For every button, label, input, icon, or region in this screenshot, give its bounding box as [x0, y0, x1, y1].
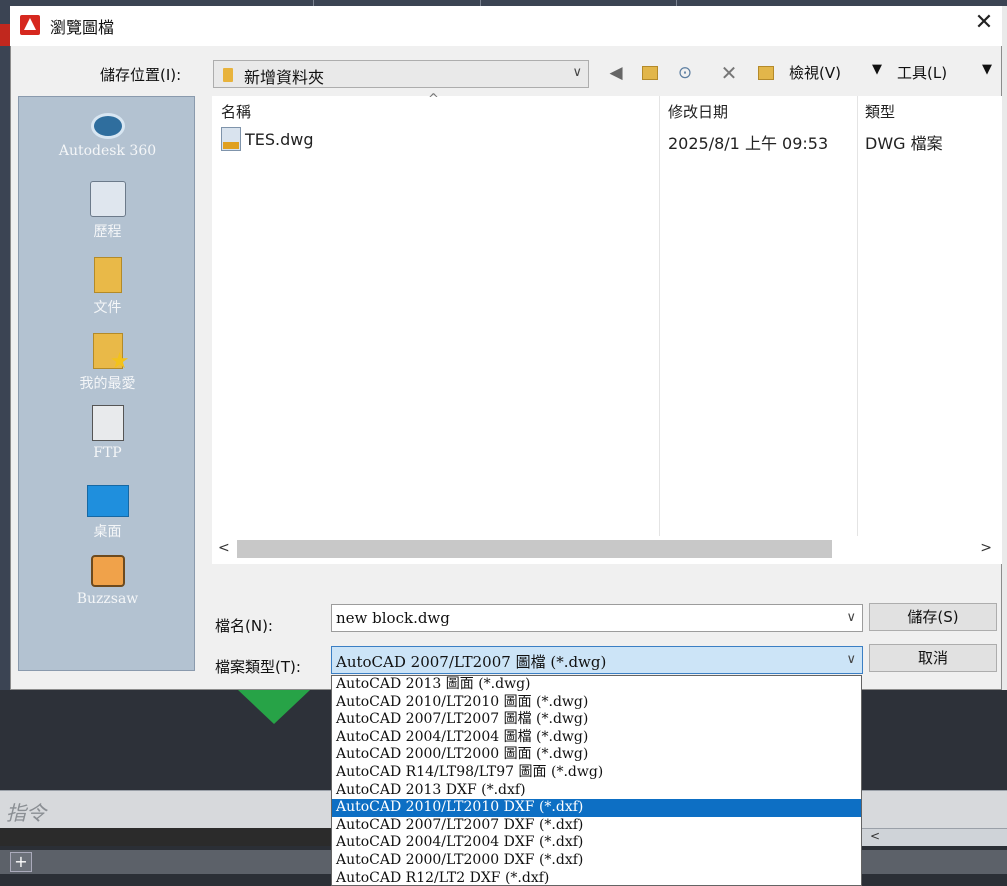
file-list-hscrollbar[interactable]: < > [212, 536, 1002, 564]
filetype-option[interactable]: AutoCAD 2004/LT2004 DXF (*.dxf) [332, 834, 861, 852]
filetype-option[interactable]: AutoCAD 2000/LT2000 DXF (*.dxf) [332, 852, 861, 870]
command-line-label: 指令 [6, 801, 46, 825]
back-arrow-icon[interactable]: ◀ [603, 60, 629, 86]
viewcube-arrow-icon [238, 690, 310, 724]
place-documents[interactable]: 文件 [19, 257, 196, 317]
filetype-option[interactable]: AutoCAD 2007/LT2007 DXF (*.dxf) [332, 817, 861, 835]
file-list[interactable] [212, 96, 1002, 536]
file-type: DWG 檔案 [865, 134, 943, 153]
column-divider[interactable] [857, 96, 858, 536]
chevron-down-icon[interactable]: ∨ [846, 652, 856, 667]
place-label: 歷程 [93, 224, 122, 240]
dialog-title: 瀏覽圖檔 [50, 18, 115, 37]
scroll-thumb[interactable] [237, 540, 832, 558]
chevron-down-icon: ∨ [572, 65, 582, 80]
dialog-titlebar [10, 6, 1002, 46]
views-dropdown-icon[interactable]: ▼ [872, 62, 882, 77]
scroll-right-icon[interactable]: > [980, 540, 992, 556]
filename-value: new block.dwg [336, 609, 450, 627]
filetype-option[interactable]: AutoCAD R14/LT98/LT97 圖面 (*.dwg) [332, 764, 861, 782]
chevron-down-icon[interactable]: ∨ [846, 610, 856, 625]
places-bar: Autodesk 360 歷程 文件 我的最愛 FTP 桌面 Buzzsaw [18, 96, 195, 671]
filetype-dropdown-list: AutoCAD 2013 圖面 (*.dwg) AutoCAD 2010/LT2… [331, 675, 862, 886]
place-buzzsaw[interactable]: Buzzsaw [19, 555, 196, 607]
favorites-icon [92, 333, 130, 374]
place-ftp[interactable]: FTP [19, 405, 196, 461]
autodesk-360-icon [90, 113, 125, 139]
up-folder-icon[interactable] [637, 60, 663, 86]
autocad-logo-icon [20, 15, 40, 35]
filetype-value: AutoCAD 2007/LT2007 圖檔 (*.dwg) [336, 653, 607, 671]
sort-ascending-icon: ^ [428, 92, 439, 107]
views-menu[interactable]: 檢視(V) [789, 62, 841, 83]
filename-input[interactable]: new block.dwg ∨ [331, 604, 863, 632]
buzzsaw-icon [90, 555, 125, 587]
folder-icon [223, 68, 233, 82]
column-divider[interactable] [659, 96, 660, 536]
canvas-hscroll[interactable]: < [862, 828, 1007, 846]
place-label: 我的最愛 [79, 376, 136, 392]
file-modified: 2025/8/1 上午 09:53 [668, 134, 829, 153]
current-folder-value: 新增資料夾 [244, 68, 325, 87]
filetype-combobox[interactable]: AutoCAD 2007/LT2007 圖檔 (*.dwg) ∨ [331, 646, 863, 674]
search-web-icon[interactable]: ⊙ [672, 60, 698, 86]
tools-menu[interactable]: 工具(L) [897, 62, 947, 83]
place-desktop[interactable]: 桌面 [19, 485, 196, 541]
app-left-edge [0, 6, 10, 690]
filetype-option-highlighted[interactable]: AutoCAD 2010/LT2010 DXF (*.dxf) [332, 799, 861, 817]
column-header-type[interactable]: 類型 [865, 101, 895, 122]
place-history[interactable]: 歷程 [19, 181, 196, 241]
place-label: Buzzsaw [76, 591, 139, 607]
save-in-combobox[interactable]: 新增資料夾 ∨ [213, 60, 589, 88]
ftp-icon [91, 405, 124, 441]
new-folder-icon[interactable] [753, 60, 779, 86]
close-button[interactable]: ✕ [968, 8, 1000, 38]
place-label: 桌面 [93, 524, 122, 540]
desktop-icon [86, 485, 129, 517]
filename-label: 檔名(N): [215, 617, 273, 635]
filetype-option[interactable]: AutoCAD R12/LT2 DXF (*.dxf) [332, 870, 861, 885]
history-icon [89, 181, 126, 217]
place-label: 文件 [93, 300, 122, 316]
place-label: Autodesk 360 [58, 143, 157, 159]
place-autodesk-360[interactable]: Autodesk 360 [19, 107, 196, 159]
place-label: FTP [93, 445, 122, 461]
scroll-left-icon[interactable]: < [218, 540, 230, 556]
filetype-label: 檔案類型(T): [215, 658, 301, 676]
filetype-option[interactable]: AutoCAD 2007/LT2007 圖檔 (*.dwg) [332, 711, 861, 729]
dwg-file-icon [221, 127, 241, 151]
save-button[interactable]: 儲存(S) [869, 603, 997, 631]
filetype-option[interactable]: AutoCAD 2010/LT2010 圖面 (*.dwg) [332, 694, 861, 712]
scroll-left-icon[interactable]: < [870, 829, 880, 843]
add-layout-icon[interactable]: + [10, 852, 32, 872]
place-favorites[interactable]: 我的最愛 [19, 333, 196, 393]
filetype-option[interactable]: AutoCAD 2000/LT2000 圖面 (*.dwg) [332, 746, 861, 764]
save-in-label: 儲存位置(I): [100, 66, 182, 84]
file-name[interactable]: TES.dwg [245, 130, 314, 149]
delete-icon[interactable]: ✕ [716, 60, 742, 86]
filetype-option[interactable]: AutoCAD 2004/LT2004 圖檔 (*.dwg) [332, 729, 861, 747]
column-header-modified[interactable]: 修改日期 [668, 101, 728, 122]
column-header-name[interactable]: 名稱 [221, 101, 251, 122]
documents-icon [93, 257, 122, 293]
cancel-button[interactable]: 取消 [869, 644, 997, 672]
filetype-option[interactable]: AutoCAD 2013 圖面 (*.dwg) [332, 676, 861, 694]
tools-dropdown-icon[interactable]: ▼ [982, 62, 992, 77]
app-right-edge [1002, 6, 1007, 690]
filetype-option[interactable]: AutoCAD 2013 DXF (*.dxf) [332, 782, 861, 800]
